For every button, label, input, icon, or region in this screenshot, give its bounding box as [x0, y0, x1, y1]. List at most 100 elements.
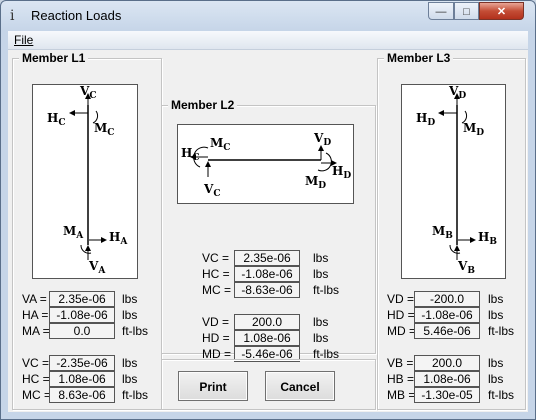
l1-va-label: VA = — [22, 292, 47, 306]
l3-hd-unit: lbs — [488, 308, 504, 322]
menu-bar: File — [8, 31, 528, 50]
l1-ha-unit: lbs — [122, 308, 138, 322]
l2-vc-unit: lbs — [313, 251, 329, 265]
member-l2-group: Member L2 MC HC VC VD HD MD VC = 2.35e-0… — [161, 98, 376, 362]
member-l2-title: Member L2 — [168, 98, 238, 112]
l1-ha-arrowhead — [101, 237, 107, 243]
l3-md-value: 5.46e-06 — [414, 323, 480, 339]
l2-mc-unit: ft-lbs — [313, 283, 340, 297]
l3-hd-arrowhead — [438, 110, 444, 116]
l3-mb-unit: ft-lbs — [488, 388, 515, 402]
l3-vb-label: VB = — [387, 356, 414, 370]
l3-hb-unit: lbs — [488, 372, 504, 386]
l3-vb-unit: lbs — [488, 356, 504, 370]
l1-mc-value: 8.63e-06 — [49, 387, 115, 403]
l3-hd-label: HD = — [387, 308, 415, 322]
l2-vc-label: VC = — [202, 251, 230, 265]
l2-hc-label: HC = — [202, 267, 230, 281]
l2-md-arc — [317, 152, 332, 172]
l1-va-arrowhead — [85, 245, 91, 251]
print-button[interactable]: Print — [178, 371, 248, 401]
l1-ha-label: HA = — [22, 308, 49, 322]
l1-vc-label: VC = — [22, 356, 50, 370]
l2-label-hc: HC — [181, 146, 200, 163]
l1-va-value: 2.35e-06 — [49, 291, 115, 307]
l3-md-unit: ft-lbs — [488, 324, 515, 338]
l1-vc-value: -2.35e-06 — [49, 355, 115, 371]
app-icon: ⅰ — [10, 8, 15, 24]
l1-label-ma: MA — [63, 224, 84, 241]
l3-label-hd: HD — [416, 111, 435, 128]
close-button[interactable]: ✕ — [479, 2, 524, 20]
l1-hc-value: 1.08e-06 — [49, 371, 115, 387]
l1-ha-value: -1.08e-06 — [49, 307, 115, 323]
l1-ma-label: MA = — [22, 324, 50, 338]
l1-mc-label: MC = — [22, 388, 52, 402]
minimize-button[interactable]: — — [428, 2, 454, 20]
l3-hd-value: -1.08e-06 — [414, 307, 480, 323]
l3-md-label: MD = — [387, 324, 417, 338]
member-l3-diagram: VD HD MD MB HB VB — [401, 84, 506, 279]
title-bar[interactable]: ⅰ Reaction Loads — □ ✕ — [1, 1, 535, 31]
l3-vb-value: 200.0 — [414, 355, 480, 371]
menu-file[interactable]: File — [14, 33, 33, 47]
member-l3-group: Member L3 VD HD MD MB HB VB VD = -200.0 … — [377, 51, 526, 410]
l2-label-vc: VC — [203, 182, 220, 199]
client-area: File Member L1 VC HC MC MA HA VA VA = 2.… — [8, 31, 528, 412]
l1-va-unit: lbs — [122, 292, 138, 306]
l3-hb-label: HB = — [387, 372, 415, 386]
l3-hb-arrowhead — [470, 237, 476, 243]
l3-vb-arrowhead — [454, 245, 460, 251]
l1-label-va: VA — [88, 259, 106, 276]
l1-label-ha: HA — [109, 230, 128, 247]
l2-vd-label: VD = — [202, 315, 230, 329]
l1-ma-unit: ft-lbs — [122, 324, 149, 338]
l2-mc-value: -8.63e-06 — [234, 282, 300, 298]
member-l2-diagram: MC HC VC VD HD MD — [177, 124, 354, 204]
l2-hc-value: -1.08e-06 — [234, 266, 300, 282]
l2-label-md: MD — [305, 174, 326, 191]
l1-ma-value: 0.0 — [49, 323, 115, 339]
l3-label-md: MD — [463, 121, 484, 138]
l1-label-mc: MC — [94, 121, 114, 138]
member-l3-title: Member L3 — [384, 51, 454, 65]
l2-vd-unit: lbs — [313, 315, 329, 329]
l3-hb-value: 1.08e-06 — [414, 371, 480, 387]
l3-mb-value: -1.30e-05 — [414, 387, 480, 403]
l2-hd-label: HD = — [202, 331, 230, 345]
l2-vc-value: 2.35e-06 — [234, 250, 300, 266]
l1-mc-unit: ft-lbs — [122, 388, 149, 402]
member-l3-free-body-svg: VD HD MD MB HB VB — [416, 84, 497, 276]
l3-vd-unit: lbs — [488, 292, 504, 306]
l3-label-vb: VB — [457, 259, 475, 276]
l2-hd-unit: lbs — [313, 331, 329, 345]
l2-hd-value: 1.08e-06 — [234, 330, 300, 346]
reaction-loads-window: ⅰ Reaction Loads — □ ✕ File Member L1 VC… — [0, 0, 536, 420]
l2-hc-unit: lbs — [313, 267, 329, 281]
l1-hc-arrowhead — [69, 110, 75, 116]
l1-vc-unit: lbs — [122, 356, 138, 370]
cancel-button[interactable]: Cancel — [265, 371, 335, 401]
l1-hc-unit: lbs — [122, 372, 138, 386]
menu-file-label: File — [14, 33, 34, 47]
member-l1-title: Member L1 — [19, 51, 89, 65]
member-l2-free-body-svg: MC HC VC VD HD MD — [181, 131, 351, 199]
member-l1-free-body-svg: VC HC MC MA HA VA — [47, 84, 128, 276]
l2-vc-arrowhead — [205, 161, 211, 167]
l2-label-vd: VD — [313, 131, 331, 148]
window-title: Reaction Loads — [31, 8, 122, 23]
member-l1-diagram: VC HC MC MA HA VA — [32, 84, 138, 279]
l2-label-mc: MC — [210, 136, 230, 153]
maximize-button[interactable]: □ — [454, 2, 479, 20]
l3-label-hb: HB — [478, 230, 497, 247]
l3-mb-label: MB = — [387, 388, 416, 402]
l3-vd-value: -200.0 — [414, 291, 480, 307]
l2-mc-label: MC = — [202, 283, 232, 297]
l2-label-hd: HD — [332, 164, 351, 181]
l1-label-hc: HC — [47, 111, 66, 128]
l1-hc-label: HC = — [22, 372, 50, 386]
l2-vd-value: 200.0 — [234, 314, 300, 330]
l3-label-mb: MB — [432, 224, 453, 241]
l3-vd-label: VD = — [387, 292, 415, 306]
member-l1-group: Member L1 VC HC MC MA HA VA VA = 2.35e-0… — [12, 51, 162, 410]
